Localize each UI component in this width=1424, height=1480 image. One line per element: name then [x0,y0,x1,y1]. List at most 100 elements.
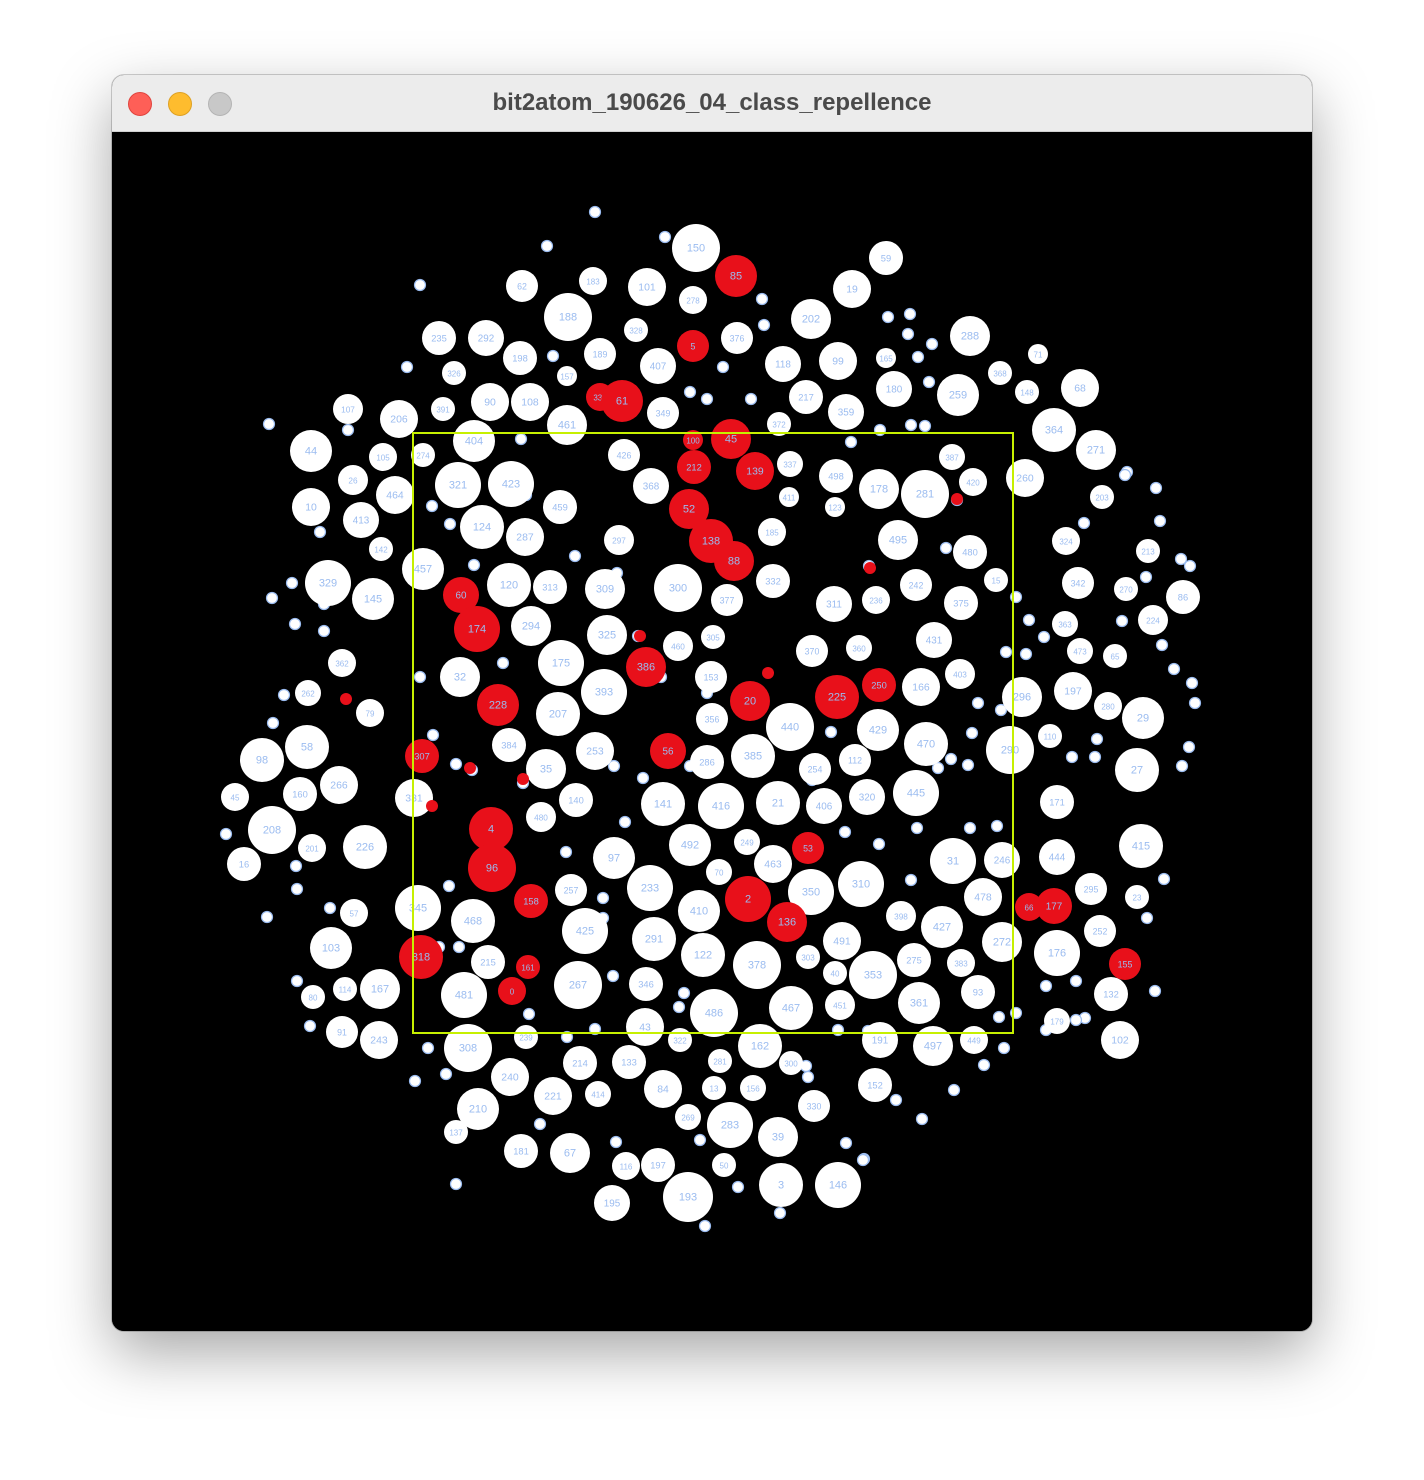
atom-white: 214 [563,1046,597,1080]
atom-label: 71 [1034,351,1043,360]
atom-white: 84 [644,1070,682,1108]
atom-red: 177 [1036,888,1072,924]
atom-label: 391 [436,406,450,415]
atom-white: 481 [441,972,487,1018]
atom-label: 16 [239,860,249,870]
atom-white: 181 [504,1134,538,1168]
atom-label: 68 [1074,384,1086,395]
title-bar[interactable]: bit2atom_190626_04_class_repellence [112,75,1312,132]
atom-label: 451 [833,1002,847,1011]
atom-white: 65 [1103,644,1127,668]
atom-label: 124 [473,522,491,534]
atom-label: 10 [305,503,317,514]
particle-dot [313,525,327,539]
atom-label: 427 [933,922,951,934]
particle-dot [939,541,953,555]
particle-dot [1077,516,1091,530]
atom-white: 254 [799,753,831,785]
atom-label: 281 [916,489,934,501]
atom-label: 86 [1178,593,1188,603]
atom-white: 324 [1052,527,1080,555]
atom-white: 440 [766,703,814,751]
atom-label: 383 [954,960,968,969]
atom-label: 215 [480,958,496,968]
atom-label: 136 [778,917,796,929]
particle-dot [911,350,925,364]
atom-label: 32 [454,672,466,684]
particle-dot [1069,1013,1083,1027]
atom-white: 118 [765,346,801,382]
particle-dot [219,827,233,841]
atom-label: 324 [1059,538,1073,547]
atom-white: 217 [789,380,823,414]
atom-label: 473 [1073,648,1087,657]
atom-label: 287 [516,533,534,544]
atom-label: 137 [449,1129,463,1138]
atom-red: 250 [862,668,896,702]
atom-label: 345 [409,903,427,915]
atom-label: 101 [638,283,656,294]
atom-white: 337 [777,451,803,477]
particle-dot [618,815,632,829]
atom-white: 71 [1028,344,1048,364]
atom-label: 177 [1046,902,1062,913]
atom-label: 349 [656,409,671,419]
atom-white: 112 [839,744,871,776]
atom-label: 79 [366,710,375,719]
atom-label: 118 [775,360,791,371]
particle-dot [824,725,838,739]
atom-label: 280 [1101,703,1115,712]
atom-white: 353 [849,951,897,999]
atom-white: 101 [628,268,666,306]
atom-white: 345 [395,885,441,931]
atom-white: 291 [632,917,676,961]
atom-label: 300 [784,1060,798,1069]
atom-label: 491 [833,937,851,948]
atom-label: 266 [330,781,348,792]
atom-white: 393 [581,669,627,715]
particle-dot [408,1074,422,1088]
atom-white: 27 [1115,748,1159,792]
atom-red: 228 [477,684,519,726]
atom-label: 189 [593,350,608,360]
app-window: bit2atom_190626_04_class_repellence 150 5… [112,75,1312,1331]
atom-red: 386 [626,647,666,687]
atom-white: 150 [672,224,720,272]
atom-label: 180 [886,385,903,396]
atom-label: 57 [350,910,359,919]
particle-dot [677,986,691,1000]
particle-dot [1182,740,1196,754]
atom-label: 112 [848,756,862,766]
simulation-canvas[interactable]: 150 59 85 62 183 101 19 278 188 202 235 292 328 376 28… [112,132,1312,1331]
atom-white: 146 [815,1162,861,1208]
atom-label: 377 [720,596,735,606]
particle-dot [540,239,554,253]
atom-white: 415 [1119,824,1163,868]
atom-white: 308 [444,1024,492,1072]
atom-label: 267 [569,980,587,992]
atom-white: 375 [944,586,978,620]
particle-dot [266,716,280,730]
atom-label: 165 [879,355,893,364]
atom-label: 368 [993,370,1007,379]
particle-dot [443,517,457,531]
atom-label: 27 [1131,765,1143,777]
atom-label: 325 [598,630,616,642]
atom-label: 498 [828,472,844,482]
atom-red: 5 [677,330,709,362]
atom-white: 420 [959,468,987,496]
particle-dot [757,318,771,332]
atom-white: 429 [857,709,899,751]
atom-white: 79 [356,699,384,727]
atom-label: 93 [973,988,983,998]
atom-white: 377 [711,584,743,616]
atom-label: 303 [801,954,815,963]
atom-label: 23 [1133,894,1142,903]
atom-label: 445 [907,788,925,800]
atom-white: 480 [526,802,556,832]
atom-label: 50 [720,1162,729,1171]
atom-label: 235 [431,334,447,344]
atom-white: 463 [754,845,792,883]
atom-label: 88 [728,556,740,568]
atom-label: 362 [335,660,349,669]
